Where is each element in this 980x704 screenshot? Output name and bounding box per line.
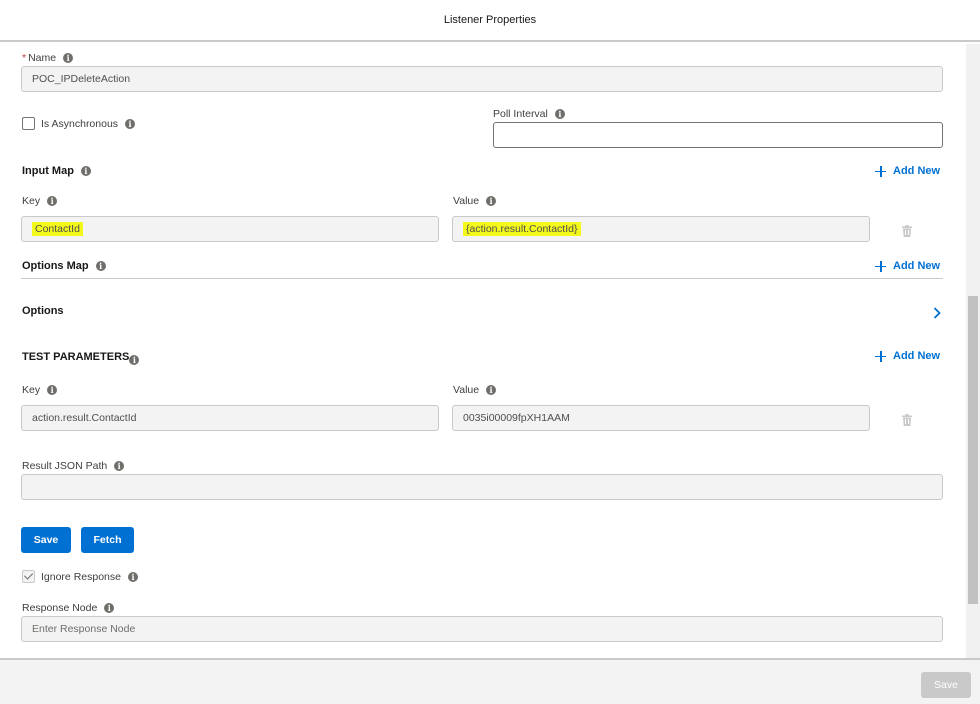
modal-footer: Save: [0, 658, 980, 704]
ignore-response-label: Ignore Response i: [41, 571, 138, 583]
response-node-input[interactable]: Enter Response Node: [21, 616, 943, 642]
check-icon: [23, 570, 34, 580]
test-parameters-title: TEST PARAMETERS i: [22, 349, 140, 365]
input-map-key-input[interactable]: ContactId: [21, 216, 439, 242]
test-key-label: Key i: [22, 384, 58, 396]
modal-title: Listener Properties: [443, 14, 537, 26]
scrollbar-thumb[interactable]: [968, 296, 978, 604]
options-title[interactable]: Options: [22, 305, 64, 317]
info-icon[interactable]: i: [104, 603, 115, 613]
fetch-button[interactable]: Fetch: [81, 527, 134, 553]
trash-icon[interactable]: [902, 225, 912, 237]
footer-save-button[interactable]: Save: [921, 672, 971, 698]
result-json-path-label: Result JSON Path i: [22, 460, 125, 472]
modal-body: * Name i POC_IPDeleteAction Is Asynchron…: [0, 44, 966, 658]
name-label: * Name i: [22, 52, 74, 64]
input-map-title: Input Map i: [22, 165, 91, 177]
poll-interval-input[interactable]: [493, 122, 943, 148]
input-map-key-label: Key i: [22, 195, 58, 207]
chevron-right-icon[interactable]: [933, 307, 941, 319]
name-input[interactable]: POC_IPDeleteAction: [21, 66, 943, 92]
input-map-value-label: Value i: [453, 195, 497, 207]
test-parameters-add-new-button[interactable]: Add New: [875, 350, 940, 362]
options-map-add-new-button[interactable]: Add New: [875, 260, 940, 272]
info-icon[interactable]: i: [47, 196, 58, 206]
info-icon[interactable]: i: [129, 355, 140, 365]
plus-icon: [875, 350, 886, 362]
save-button[interactable]: Save: [21, 527, 71, 553]
ignore-response-checkbox[interactable]: [22, 570, 35, 583]
test-key-input[interactable]: action.result.ContactId: [21, 405, 439, 431]
info-icon[interactable]: i: [554, 109, 565, 119]
info-icon[interactable]: i: [47, 385, 58, 395]
info-icon[interactable]: i: [114, 461, 125, 471]
info-icon[interactable]: i: [63, 53, 74, 63]
test-value-label: Value i: [453, 384, 497, 396]
options-map-title: Options Map i: [22, 260, 106, 272]
trash-icon[interactable]: [902, 414, 912, 426]
input-map-value-input[interactable]: {action.result.ContactId}: [452, 216, 870, 242]
response-node-label: Response Node i: [22, 602, 115, 614]
test-value-input[interactable]: 0035i00009fpXH1AAM: [452, 405, 870, 431]
is-asynchronous-checkbox[interactable]: [22, 117, 35, 130]
info-icon[interactable]: i: [127, 572, 138, 582]
plus-icon: [875, 260, 886, 272]
info-icon[interactable]: i: [80, 166, 91, 176]
poll-interval-label: Poll Interval i: [493, 108, 565, 120]
is-asynchronous-label: Is Asynchronous i: [41, 118, 136, 130]
info-icon[interactable]: i: [95, 261, 106, 271]
options-map-divider: [21, 278, 943, 279]
input-map-add-new-button[interactable]: Add New: [875, 165, 940, 177]
info-icon[interactable]: i: [486, 385, 497, 395]
info-icon[interactable]: i: [486, 196, 497, 206]
required-mark: *: [22, 52, 27, 64]
info-icon[interactable]: i: [125, 119, 136, 129]
result-json-path-input[interactable]: [21, 474, 943, 500]
modal-header: Listener Properties: [0, 0, 980, 42]
plus-icon: [875, 165, 886, 177]
